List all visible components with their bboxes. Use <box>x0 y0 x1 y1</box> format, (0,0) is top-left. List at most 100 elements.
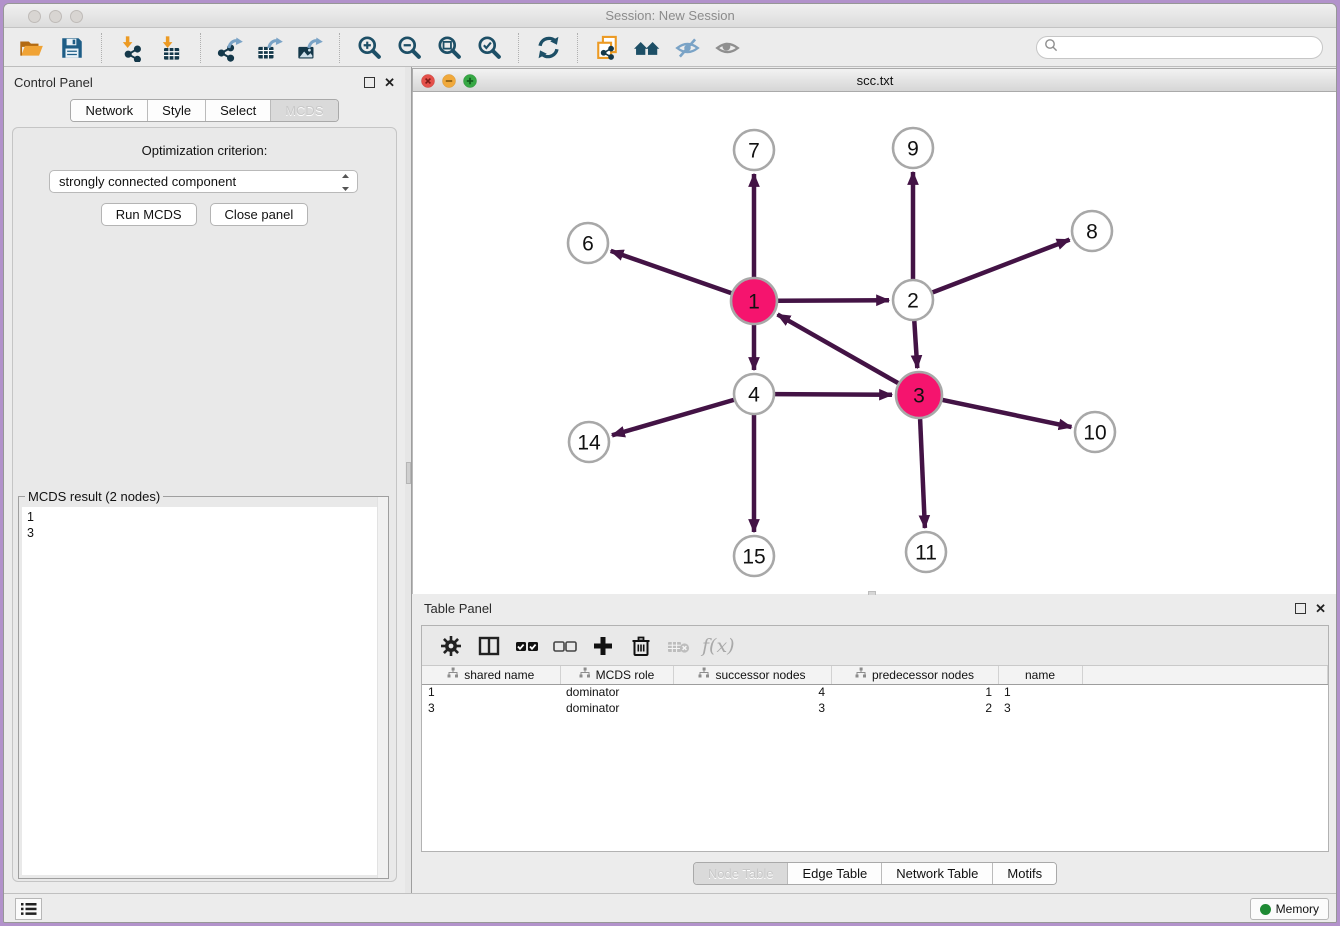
add-column-icon[interactable] <box>588 632 618 660</box>
deselect-all-icon[interactable] <box>550 632 580 660</box>
cell-filler <box>1082 684 1328 700</box>
first-neighbors-icon[interactable] <box>630 32 664 64</box>
edge-4-14[interactable] <box>612 400 734 435</box>
table-row[interactable]: 1dominator411 <box>422 684 1328 700</box>
criterion-dropdown[interactable]: strongly connected component <box>49 170 358 193</box>
run-mcds-button[interactable]: Run MCDS <box>101 203 197 226</box>
edge-1-2[interactable] <box>778 300 889 301</box>
refresh-icon[interactable] <box>531 32 565 64</box>
open-session-icon[interactable] <box>15 32 49 64</box>
tab-style[interactable]: Style <box>148 100 206 121</box>
cell-successor-nodes[interactable]: 4 <box>673 684 831 700</box>
cell-name[interactable]: 1 <box>998 684 1082 700</box>
node-4[interactable]: 4 <box>734 374 774 414</box>
split-panel-icon[interactable] <box>474 632 504 660</box>
toolbar-separator <box>518 33 519 63</box>
mcds-result-title: MCDS result (2 nodes) <box>25 489 163 504</box>
edge-2-3[interactable] <box>914 321 917 368</box>
node-10[interactable]: 10 <box>1075 412 1115 452</box>
close-table-panel-icon[interactable]: ✕ <box>1315 603 1326 614</box>
show-all-icon[interactable] <box>710 32 744 64</box>
tab-network[interactable]: Network <box>71 100 148 121</box>
float-panel-icon[interactable] <box>364 77 375 88</box>
mcds-panel: Optimization criterion: strongly connect… <box>12 127 397 882</box>
edge-4-3[interactable] <box>775 394 892 395</box>
import-table-icon[interactable] <box>154 32 188 64</box>
column-header-predecessor-nodes[interactable]: predecessor nodes <box>831 666 998 684</box>
table-row[interactable]: 3dominator323 <box>422 700 1328 716</box>
export-image-icon[interactable] <box>293 32 327 64</box>
memory-label: Memory <box>1276 902 1319 916</box>
svg-text:3: 3 <box>913 385 925 408</box>
hierarchy-icon <box>579 667 591 682</box>
save-session-icon[interactable] <box>55 32 89 64</box>
network-file-icon[interactable] <box>590 32 624 64</box>
main-toolbar <box>4 29 1336 67</box>
cell-successor-nodes[interactable]: 3 <box>673 700 831 716</box>
optimization-criterion-label: Optimization criterion: <box>13 143 396 158</box>
node-7[interactable]: 7 <box>734 130 774 170</box>
cell-shared-name[interactable]: 3 <box>422 700 560 716</box>
column-header-name[interactable]: name <box>998 666 1082 684</box>
edge-2-8[interactable] <box>933 240 1070 293</box>
splitter-handle[interactable] <box>406 462 411 484</box>
node-1[interactable]: 1 <box>731 278 777 324</box>
edge-3-1[interactable] <box>778 314 899 383</box>
tab-select[interactable]: Select <box>206 100 271 121</box>
import-network-icon[interactable] <box>114 32 148 64</box>
close-panel-button[interactable]: Close panel <box>210 203 309 226</box>
cell-predecessor-nodes[interactable]: 1 <box>831 684 998 700</box>
cell-name[interactable]: 3 <box>998 700 1082 716</box>
float-table-panel-icon[interactable] <box>1295 603 1306 614</box>
node-11[interactable]: 11 <box>906 532 946 572</box>
cell-MCDS-role[interactable]: dominator <box>560 700 673 716</box>
zoom-selected-icon[interactable] <box>472 32 506 64</box>
export-table-icon[interactable] <box>253 32 287 64</box>
task-history-button[interactable] <box>15 898 42 920</box>
column-header-successor-nodes[interactable]: successor nodes <box>673 666 831 684</box>
search-input[interactable] <box>1059 39 1322 57</box>
hide-selected-icon[interactable] <box>670 32 704 64</box>
network-titlebar: scc.txt <box>412 68 1337 92</box>
cell-shared-name[interactable]: 1 <box>422 684 560 700</box>
network-canvas[interactable]: 1 2 3 4 6 7 8 9 10 11 14 15 <box>412 92 1337 594</box>
column-header-shared-name[interactable]: shared name <box>422 666 560 684</box>
export-network-icon[interactable] <box>213 32 247 64</box>
toolbar-separator <box>339 33 340 63</box>
settings-gear-icon[interactable] <box>436 632 466 660</box>
edge-3-11[interactable] <box>920 419 925 528</box>
zoom-fit-icon[interactable] <box>432 32 466 64</box>
hierarchy-icon <box>698 667 710 682</box>
tab-mcds[interactable]: MCDS <box>271 100 337 121</box>
toolbar-separator <box>101 33 102 63</box>
tab-node-table[interactable]: Node Table <box>694 863 789 884</box>
cell-MCDS-role[interactable]: dominator <box>560 684 673 700</box>
node-3[interactable]: 3 <box>896 372 942 418</box>
delete-column-icon[interactable] <box>626 632 656 660</box>
network-title: scc.txt <box>413 73 1337 88</box>
select-all-icon[interactable] <box>512 632 542 660</box>
edge-3-10[interactable] <box>943 400 1072 427</box>
toolbar-separator <box>200 33 201 63</box>
node-9[interactable]: 9 <box>893 128 933 168</box>
memory-button[interactable]: Memory <box>1250 898 1329 920</box>
tab-edge-table[interactable]: Edge Table <box>788 863 882 884</box>
tab-motifs[interactable]: Motifs <box>993 863 1056 884</box>
close-panel-icon[interactable]: ✕ <box>384 77 395 88</box>
mcds-result-text[interactable]: 1 3 <box>22 507 385 875</box>
node-8[interactable]: 8 <box>1072 211 1112 251</box>
node-15[interactable]: 15 <box>734 536 774 576</box>
svg-text:11: 11 <box>915 542 937 565</box>
cell-predecessor-nodes[interactable]: 2 <box>831 700 998 716</box>
node-14[interactable]: 14 <box>569 422 609 462</box>
node-2[interactable]: 2 <box>893 280 933 320</box>
zoom-in-icon[interactable] <box>352 32 386 64</box>
tab-network-table[interactable]: Network Table <box>882 863 993 884</box>
edge-1-6[interactable] <box>611 251 732 293</box>
zoom-out-icon[interactable] <box>392 32 426 64</box>
svg-text:9: 9 <box>907 138 919 161</box>
column-header-MCDS-role[interactable]: MCDS role <box>560 666 673 684</box>
node-6[interactable]: 6 <box>568 223 608 263</box>
search-box[interactable] <box>1036 36 1323 59</box>
panel-splitter[interactable] <box>405 67 412 893</box>
